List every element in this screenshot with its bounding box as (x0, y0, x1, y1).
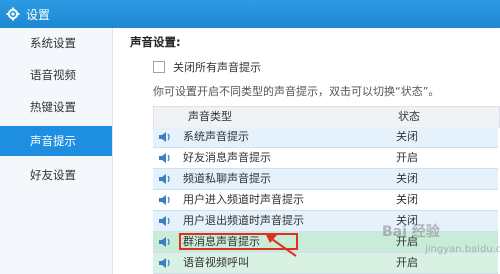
row-name: 语音视频呼叫 (183, 256, 249, 269)
row-state: 关闭 (396, 172, 418, 185)
column-header-type: 声音类型 (188, 110, 232, 123)
speaker-icon (159, 237, 170, 247)
table-row[interactable]: 频道私聊声音提示 关闭 (153, 169, 498, 190)
speaker-icon (159, 195, 170, 205)
disable-all-row[interactable]: 关闭所有声音提示 (153, 59, 261, 75)
row-state: 关闭 (396, 193, 418, 206)
callout-arrow-icon (265, 233, 297, 257)
sidebar-item-label: 热键设置 (30, 100, 76, 114)
description-text: 你可设置开启不同类型的声音提示，双击可以切换“状态”。 (153, 85, 440, 98)
row-state: 开启 (396, 256, 418, 269)
table-row[interactable]: 好友消息声音提示 开启 (153, 148, 498, 169)
row-name: 用户进入频道时声音提示 (183, 193, 304, 206)
sidebar-item-label: 系统设置 (30, 36, 76, 50)
sidebar: 系统设置 语音视频 热键设置 声音提示 好友设置 (0, 28, 113, 274)
speaker-icon (159, 216, 170, 226)
row-name: 频道私聊声音提示 (183, 172, 271, 185)
speaker-icon (159, 153, 170, 163)
gear-icon (6, 7, 20, 21)
table-row[interactable]: 用户退出频道时声音提示 关闭 (153, 211, 498, 232)
title-bar: 设置 (0, 0, 500, 28)
sidebar-item-label: 声音提示 (30, 134, 76, 148)
row-name: 群消息声音提示 (183, 235, 260, 248)
speaker-icon (159, 174, 170, 184)
sidebar-item-sound[interactable]: 声音提示 (0, 126, 112, 156)
row-name: 好友消息声音提示 (183, 151, 271, 164)
section-title: 声音设置: (130, 35, 181, 49)
table-row[interactable]: 语音视频呼叫 开启 (153, 253, 498, 274)
column-header-state: 状态 (398, 110, 420, 123)
window-title: 设置 (26, 7, 51, 22)
sidebar-item-hotkeys[interactable]: 热键设置 (0, 92, 112, 122)
watermark-url: jingyan.baidu.com (425, 244, 500, 255)
sidebar-item-voice-video[interactable]: 语音视频 (0, 60, 112, 90)
table-row[interactable]: 用户进入频道时声音提示 关闭 (153, 190, 498, 211)
sidebar-item-label: 语音视频 (30, 68, 76, 82)
disable-all-checkbox[interactable] (153, 61, 165, 73)
sidebar-item-label: 好友设置 (30, 168, 76, 182)
disable-all-label: 关闭所有声音提示 (173, 61, 261, 74)
settings-content: 声音设置: 关闭所有声音提示 你可设置开启不同类型的声音提示，双击可以切换“状态… (113, 28, 500, 274)
watermark-logo: Bai 经验 (382, 224, 440, 240)
table-row[interactable]: 系统声音提示 关闭 (153, 127, 498, 148)
sidebar-item-friends[interactable]: 好友设置 (0, 160, 112, 190)
speaker-icon (159, 258, 170, 268)
table-header: 声音类型 状态 (153, 106, 500, 128)
speaker-icon (159, 132, 170, 142)
sidebar-item-system[interactable]: 系统设置 (0, 28, 112, 58)
row-name: 用户退出频道时声音提示 (183, 214, 304, 227)
row-state: 开启 (396, 151, 418, 164)
row-name: 系统声音提示 (183, 130, 249, 143)
row-state: 关闭 (396, 130, 418, 143)
